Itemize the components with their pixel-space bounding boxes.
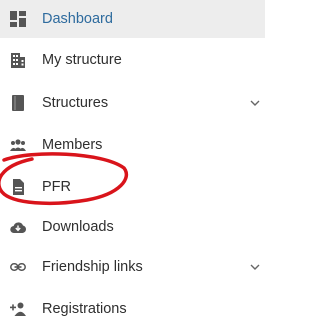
sidebar-item-pfr[interactable]: PFR (0, 168, 265, 206)
sidebar-item-downloads[interactable]: Downloads (0, 208, 265, 246)
people-icon (10, 139, 26, 151)
sidebar-item-my-structure[interactable]: My structure (0, 41, 265, 79)
document-icon (13, 179, 24, 195)
sidebar-menu: Dashboard My structure Structures Member… (0, 0, 265, 329)
sidebar-item-label: Downloads (42, 219, 114, 235)
sidebar-item-label: Friendship links (42, 259, 143, 275)
sidebar-item-dashboard[interactable]: Dashboard (0, 0, 265, 38)
sidebar-item-registrations[interactable]: Registrations (0, 290, 265, 328)
dashboard-icon (10, 11, 26, 27)
chevron-down-icon[interactable] (245, 93, 265, 113)
sidebar-item-friendship-links[interactable]: Friendship links (0, 248, 265, 286)
chevron-down-icon[interactable] (245, 257, 265, 277)
link-icon (10, 263, 26, 271)
sidebar-item-label: PFR (42, 179, 71, 195)
sidebar-item-label: Members (42, 137, 103, 153)
book-icon (12, 95, 24, 111)
sidebar-item-label: Registrations (42, 301, 127, 317)
sidebar-item-members[interactable]: Members (0, 126, 265, 164)
sidebar-item-label: My structure (42, 52, 122, 68)
building-icon (11, 53, 25, 68)
cloud-download-icon (10, 222, 26, 234)
sidebar-item-label: Structures (42, 95, 109, 111)
sidebar-item-structures[interactable]: Structures (0, 84, 265, 122)
add-person-icon (10, 302, 26, 316)
sidebar-item-label: Dashboard (42, 11, 113, 27)
